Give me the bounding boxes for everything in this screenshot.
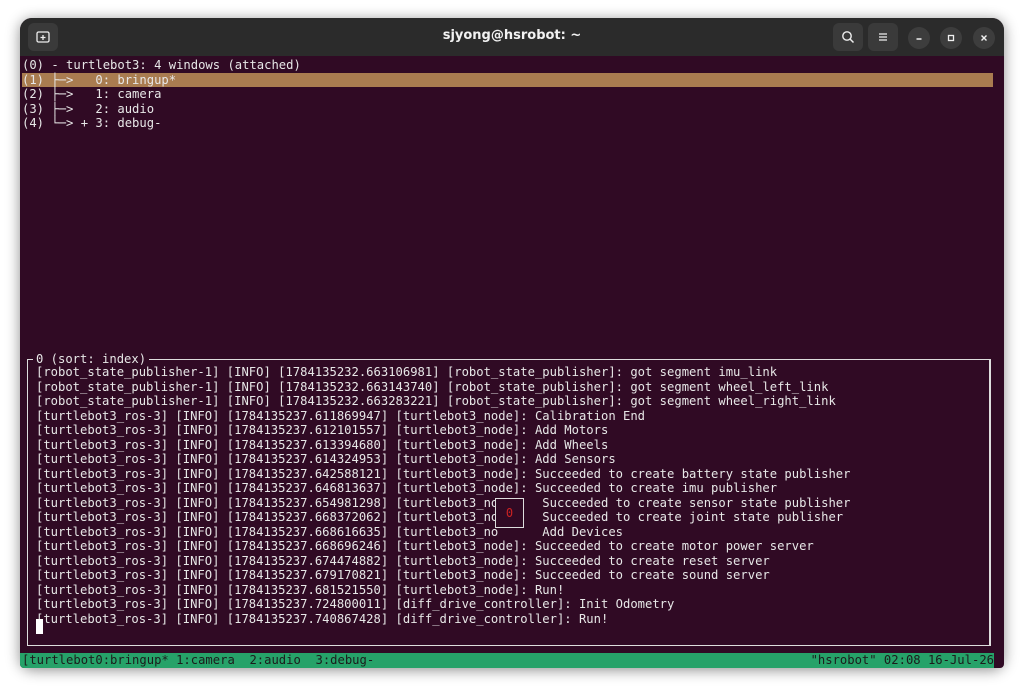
log-line: [robot_state_publisher-1] [INFO] [178413…: [36, 394, 836, 408]
tree-item-bringup[interactable]: (1) ├─> 0: bringup*: [22, 73, 176, 88]
hamburger-menu-icon: [879, 33, 887, 41]
terminal-window: sjyong@hsrobot: ~ (0) - turtlebot3: 4 wi…: [20, 18, 1004, 668]
status-host-clock: "hsrobot" 02:08 16-Jul-26: [810, 653, 994, 667]
minimize-button[interactable]: [908, 27, 930, 49]
pane-number-overlay: 0: [495, 498, 524, 528]
log-line: [turtlebot3_ros-3] [INFO] [1784135237.61…: [36, 437, 609, 452]
minimize-icon: [916, 38, 922, 40]
close-icon: [981, 35, 987, 41]
log-line: [turtlebot3_ros-3] [INFO] [1784135237.66…: [36, 510, 844, 524]
search-icon: [842, 31, 855, 44]
session-header[interactable]: (0) - turtlebot3: 4 windows (attached): [22, 58, 301, 73]
log-line: [turtlebot3_ros-3] [INFO] [1784135237.61…: [36, 408, 646, 423]
menu-button[interactable]: [868, 23, 898, 51]
terminal-area[interactable]: (0) - turtlebot3: 4 windows (attached) (…: [20, 56, 1004, 668]
log-line: [turtlebot3_ros-3] [INFO] [1784135237.67…: [36, 568, 770, 582]
log-line: [turtlebot3_ros-3] [INFO] [1784135237.72…: [36, 597, 675, 611]
log-line: [turtlebot3_ros-3] [INFO] [1784135237.64…: [36, 481, 778, 495]
log-line: [turtlebot3_ros-3] [INFO] [1784135237.66…: [36, 539, 814, 553]
title-bar[interactable]: sjyong@hsrobot: ~: [20, 18, 1004, 56]
maximize-button[interactable]: [940, 27, 962, 49]
maximize-icon: [947, 34, 955, 42]
log-line: [turtlebot3_ros-3] [INFO] [1784135237.66…: [36, 524, 623, 539]
terminal-cursor: [36, 619, 43, 634]
status-windows: [turtlebot0:bringup* 1:camera 2:audio 3:…: [22, 653, 375, 667]
log-line: [robot_state_publisher-1] [INFO] [178413…: [36, 365, 778, 379]
tree-item-debug[interactable]: (4) └─> + 3: debug-: [22, 116, 161, 131]
close-button[interactable]: [973, 27, 995, 49]
log-line: [turtlebot3_ros-3] [INFO] [1784135237.64…: [36, 466, 851, 481]
log-line: [turtlebot3_ros-3] [INFO] [1784135237.65…: [36, 495, 851, 510]
log-line: [turtlebot3_ros-3] [INFO] [1784135237.61…: [36, 452, 616, 466]
log-line: [turtlebot3_ros-3] [INFO] [1784135237.61…: [36, 423, 609, 437]
log-line: [turtlebot3_ros-3] [INFO] [1784135237.68…: [36, 582, 565, 597]
tree-item-camera[interactable]: (2) ├─> 1: camera: [22, 87, 161, 102]
log-line: [turtlebot3_ros-3] [INFO] [1784135237.74…: [36, 611, 609, 626]
log-line: [turtlebot3_ros-3] [INFO] [1784135237.67…: [36, 553, 770, 568]
search-button[interactable]: [833, 23, 863, 51]
tree-item-audio[interactable]: (3) ├─> 2: audio: [22, 102, 154, 117]
tmux-status-bar: [turtlebot0:bringup* 1:camera 2:audio 3:…: [20, 653, 994, 668]
log-line: [robot_state_publisher-1] [INFO] [178413…: [36, 379, 829, 394]
